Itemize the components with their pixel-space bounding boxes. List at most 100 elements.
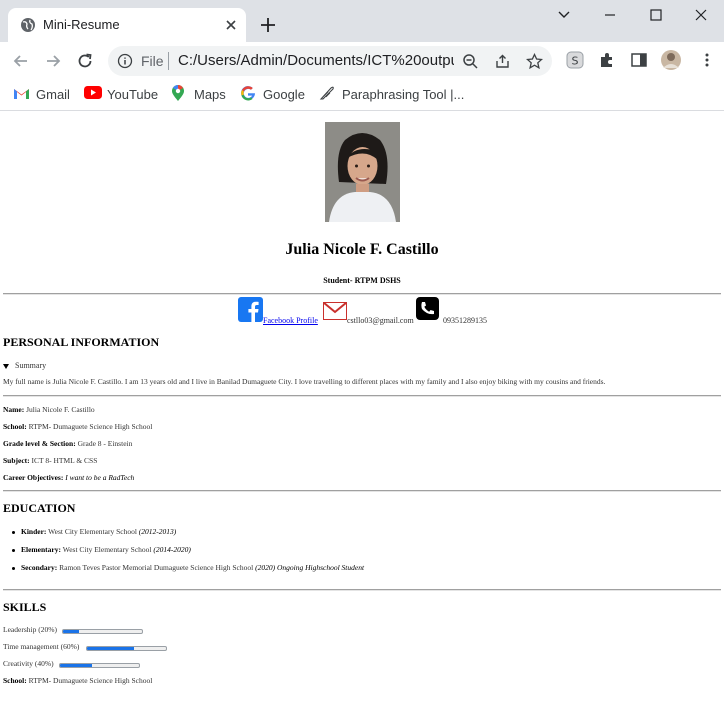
forward-icon[interactable] <box>43 51 63 71</box>
address-bar[interactable]: File C:/Users/Admin/Documents/ICT%20outp… <box>108 46 552 76</box>
edu-school: Ramon Teves Pastor Memorial Dumaguete Sc… <box>57 563 256 572</box>
info-label: School: <box>3 676 27 685</box>
browser-toolbar: File C:/Users/Admin/Documents/ICT%20outp… <box>0 42 724 80</box>
divider <box>3 395 721 397</box>
skills-school-row: School: RTPM- Dumaguete Science High Sch… <box>3 676 152 685</box>
tab-strip: Mini-Resume <box>0 0 724 42</box>
info-subject-row: Subject: ICT 8- HTML & CSS <box>3 456 97 465</box>
info-name-row: Name: Julia Nicole F. Castillo <box>3 405 95 414</box>
bookmark-label: Google <box>263 87 305 102</box>
progress-fill <box>60 664 92 667</box>
education-heading: EDUCATION <box>3 501 76 515</box>
minimize-icon[interactable] <box>601 6 619 24</box>
tab-mini-resume[interactable]: Mini-Resume <box>8 8 246 42</box>
info-value: Grade 8 - Einstein <box>75 439 133 448</box>
email-text: cstllo03@gmail.com <box>347 316 414 325</box>
facebook-icon <box>238 297 263 322</box>
edu-years: (2020) <box>255 563 276 572</box>
maximize-icon[interactable] <box>647 6 665 24</box>
tab-title: Mini-Resume <box>43 17 120 32</box>
list-item: Kinder: West City Elementary School (201… <box>12 527 176 536</box>
globe-icon <box>21 18 35 32</box>
maps-icon <box>172 85 184 101</box>
bookmark-label: Maps <box>194 87 226 102</box>
facebook-profile-link[interactable]: Facebook Profile <box>263 316 318 325</box>
info-value: Julia Nicole F. Castillo <box>24 405 95 414</box>
gmail-icon <box>14 89 29 99</box>
edu-school: West City Elementary School <box>61 545 154 554</box>
youtube-icon <box>84 86 102 99</box>
info-school-row: School: RTPM- Dumaguete Science High Sch… <box>3 422 152 431</box>
edu-level: Elementary: <box>21 545 61 554</box>
side-panel-icon[interactable] <box>630 51 648 69</box>
progress-fill <box>87 647 135 650</box>
profile-avatar[interactable] <box>660 49 682 71</box>
zoom-out-icon[interactable] <box>462 53 479 70</box>
bookmark-label: Paraphrasing Tool |... <box>342 87 465 102</box>
skills-heading: SKILLS <box>3 600 47 614</box>
omnibox-divider <box>168 52 169 70</box>
resume-page: Julia Nicole F. Castillo Student- RTPM D… <box>0 111 724 716</box>
info-value: ICT 8- HTML & CSS <box>29 456 98 465</box>
info-value: RTPM- Dumaguete Science High School <box>26 676 153 685</box>
info-label: Grade level & Section: <box>3 439 76 448</box>
skill-progress-bar <box>86 646 167 651</box>
list-item: Secondary: Ramon Teves Pastor Memorial D… <box>12 563 364 572</box>
summary-text: My full name is Julia Nicole F. Castillo… <box>3 377 606 386</box>
edu-school: West City Elementary School <box>46 527 139 536</box>
bullet-icon <box>12 566 15 570</box>
bookmark-label: YouTube <box>107 87 159 102</box>
divider <box>3 293 721 295</box>
info-label: Name: <box>3 405 25 414</box>
skill-time-management: Time management (60%) <box>3 642 173 654</box>
divider <box>3 490 721 492</box>
url-scheme-label: File <box>141 53 164 69</box>
share-icon[interactable] <box>494 53 511 70</box>
summary-disclosure[interactable]: Summary <box>3 361 46 370</box>
skill-progress-bar <box>62 629 143 634</box>
bookmark-star-icon[interactable] <box>526 53 543 70</box>
edu-years: (2012-2013) <box>138 527 177 536</box>
phone-icon <box>416 297 439 320</box>
profile-photo <box>325 122 400 222</box>
back-icon[interactable] <box>11 51 31 71</box>
info-label: Career Objectives: <box>3 473 64 482</box>
edu-years: (2014-2020) <box>153 545 191 554</box>
disclosure-triangle-icon <box>3 363 9 369</box>
info-label: Subject: <box>3 456 30 465</box>
bookmark-label: Gmail <box>36 87 70 102</box>
divider <box>3 589 721 591</box>
close-window-icon[interactable] <box>692 6 710 24</box>
skill-progress-bar <box>59 663 140 668</box>
personal-info-heading: PERSONAL INFORMATION <box>3 335 160 349</box>
menu-kebab-icon[interactable] <box>698 51 716 69</box>
url-text[interactable]: C:/Users/Admin/Documents/ICT%20output/Mi… <box>178 52 454 69</box>
edu-level: Kinder: <box>21 527 47 536</box>
close-tab-icon[interactable] <box>222 16 240 34</box>
extension-s-icon[interactable]: S <box>566 51 584 69</box>
bookmarks-bar: Gmail YouTube Maps Google Paraphrasing T… <box>0 80 724 111</box>
info-grade-row: Grade level & Section: Grade 8 - Einstei… <box>3 439 132 448</box>
bullet-icon <box>12 530 15 534</box>
list-item: Elementary: West City Elementary School … <box>12 545 191 554</box>
edu-note: Ongoing Highschool Student <box>275 563 365 572</box>
resume-name: Julia Nicole F. Castillo <box>285 241 439 258</box>
new-tab-icon[interactable] <box>258 15 278 35</box>
skill-creativity: Creativity (40%) <box>3 659 148 671</box>
extensions-puzzle-icon[interactable] <box>598 51 616 69</box>
skill-label: Leadership (20%) <box>3 625 57 634</box>
resume-subtitle: Student- RTPM DSHS <box>323 276 401 285</box>
progress-fill <box>63 630 79 633</box>
skill-leadership: Leadership (20%) <box>3 625 163 637</box>
tab-search-chevron-icon[interactable] <box>555 6 573 24</box>
info-icon[interactable] <box>117 53 133 69</box>
svg-text:S: S <box>572 55 579 68</box>
quill-icon <box>319 86 334 100</box>
info-value: I want to be a RadTech <box>63 473 135 482</box>
skill-label: Time management (60%) <box>3 642 80 651</box>
email-envelope-icon <box>323 302 347 320</box>
info-career-row: Career Objectives: I want to be a RadTec… <box>3 473 134 482</box>
summary-label: Summary <box>15 361 47 370</box>
skill-label: Creativity (40%) <box>3 659 54 668</box>
reload-icon[interactable] <box>75 51 95 71</box>
